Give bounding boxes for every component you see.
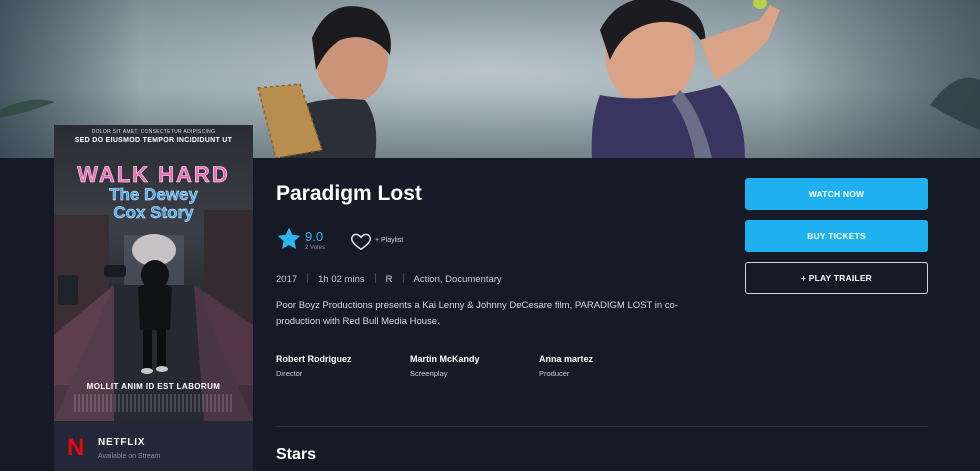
watch-now-button[interactable]: WATCH NOW (745, 178, 928, 210)
movie-runtime: 1h 02 mins (318, 274, 365, 285)
movie-description: Poor Boyz Productions presents a Kai Len… (276, 300, 678, 327)
meta-divider (307, 273, 309, 283)
crew-role: Screenplay (410, 369, 448, 378)
buy-tickets-button[interactable]: BUY TICKETS (745, 220, 928, 252)
movie-title: Paradigm Lost (276, 182, 422, 205)
rating-score: 9.0 (305, 229, 324, 244)
crew-item: Anna martez Producer (539, 354, 593, 378)
star-icon (277, 227, 301, 249)
stars-section-heading: Stars (276, 446, 317, 463)
poster-top-line: SED DO EIUSMOD TEMPOR INCIDIDUNT UT (74, 137, 233, 144)
rating-votes: 2 Votes (305, 245, 326, 251)
poster-title-line2: The Dewey Cox Story (54, 185, 253, 222)
meta-divider (374, 273, 376, 283)
poster-title-line3-text: Cox Story (113, 203, 194, 222)
netflix-logo-icon: N (67, 434, 85, 461)
crew-role: Director (276, 369, 303, 378)
poster-title-line2-text: The Dewey (109, 185, 198, 204)
poster-credit-block (74, 394, 234, 412)
crew-item: Martin McKandy Screenplay (410, 354, 480, 378)
playlist-label: + Playlist (375, 237, 404, 244)
heart-icon (351, 233, 371, 251)
crew-name: Robert Rodriguez (276, 354, 352, 364)
crew-name: Martin McKandy (410, 354, 480, 364)
section-divider (276, 426, 928, 427)
movie-detail-page: DOLOR SIT AMET, CONSECTETUR ADIPISCING S… (0, 0, 980, 471)
movie-year: 2017 (276, 274, 298, 285)
streaming-provider[interactable]: N NETFLIX Available on Stream (54, 421, 253, 471)
play-trailer-button[interactable]: + PLAY TRAILER (745, 262, 928, 294)
movie-meta-row: 2017 1h 02 mins R Action, Documentary (276, 273, 502, 285)
movie-certificate: R (385, 274, 393, 285)
crew-item: Robert Rodriguez Director (276, 354, 352, 378)
crew-role: Producer (539, 369, 570, 378)
movie-genres: Action, Documentary (413, 274, 502, 285)
crew-name: Anna martez (539, 354, 594, 364)
provider-subtitle: Available on Stream (98, 453, 161, 460)
rating-block: 9.0 2 Votes (276, 226, 336, 256)
poster-top-line-small: DOLOR SIT AMET, CONSECTETUR ADIPISCING (91, 129, 216, 135)
poster-tagline: MOLLIT ANIM ID EST LABORUM (86, 382, 221, 391)
movie-poster[interactable]: DOLOR SIT AMET, CONSECTETUR ADIPISCING S… (54, 125, 253, 421)
provider-name: NETFLIX (98, 437, 146, 448)
meta-divider (402, 273, 404, 283)
